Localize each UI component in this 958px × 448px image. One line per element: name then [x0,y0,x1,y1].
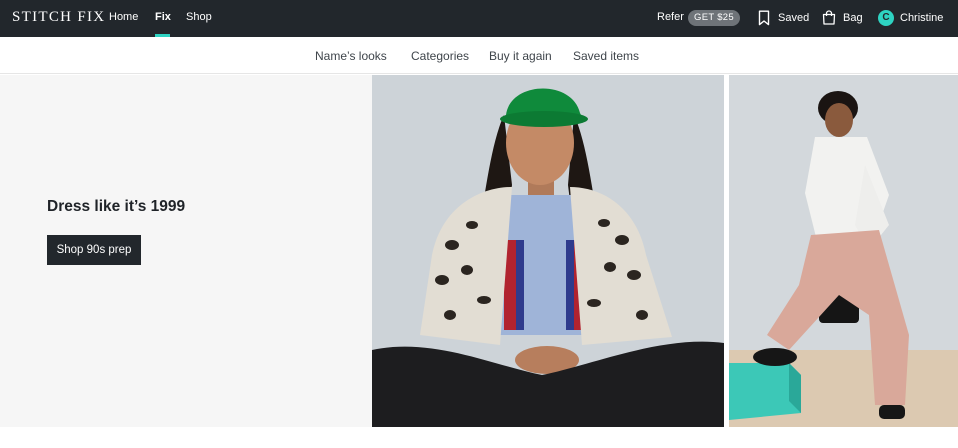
hero-promo-panel: Dress like it’s 1999 Shop 90s prep [0,75,372,427]
model-illustration-1 [372,75,724,427]
subnav-item-saved-items[interactable]: Saved items [573,49,639,63]
subnav-item-buy-it-again[interactable]: Buy it again [489,49,552,63]
nav-link-fix[interactable]: Fix [155,11,171,23]
bag-link[interactable]: Bag [843,12,863,24]
shopping-bag-icon[interactable] [822,10,836,25]
subnav-item-looks[interactable]: Name’s looks [315,49,387,63]
refer-reward-badge[interactable]: GET $25 [688,10,740,26]
top-navigation-bar: STITCH FIX Home Fix Shop Refer GET $25 S… [0,0,958,37]
refer-link[interactable]: Refer [657,11,684,23]
model-illustration-2 [729,75,958,427]
page-bottom-spacer [0,427,958,448]
user-avatar[interactable]: C [878,10,894,26]
hero-headline: Dress like it’s 1999 [47,198,186,215]
hero-photo-white-shirt[interactable] [729,75,958,427]
bookmark-icon[interactable] [758,10,770,26]
user-account-link[interactable]: Christine [900,12,943,24]
stitch-fix-logo[interactable]: STITCH FIX [12,9,105,26]
sub-navigation: Name’s looks Categories Buy it again Sav… [0,37,958,74]
shop-90s-prep-button[interactable]: Shop 90s prep [47,235,141,265]
hero-photo-leopard-cardigan[interactable] [372,75,724,427]
saved-link[interactable]: Saved [778,12,809,24]
nav-link-shop[interactable]: Shop [186,11,212,23]
subnav-item-categories[interactable]: Categories [411,49,469,63]
nav-link-home[interactable]: Home [109,11,138,23]
